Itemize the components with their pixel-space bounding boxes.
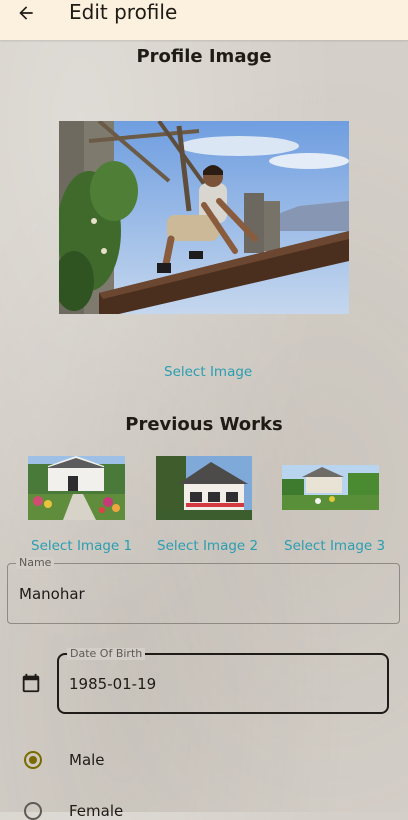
page-title: Edit profile <box>69 0 178 24</box>
previous-work-thumbnail-2[interactable] <box>156 456 252 520</box>
radio-male[interactable] <box>24 751 42 769</box>
select-previous-image-2-button[interactable]: Select Image 2 <box>157 538 258 554</box>
garden-house-image <box>28 456 125 520</box>
select-previous-image-3-button[interactable]: Select Image 3 <box>284 538 385 554</box>
radio-male-dot <box>29 756 37 764</box>
date-of-birth-label: Date Of Birth <box>67 648 146 660</box>
previous-works-title: Previous Works <box>125 414 283 435</box>
radio-male-label: Male <box>69 751 105 769</box>
name-field-label: Name <box>16 557 55 569</box>
profile-photo[interactable] <box>59 121 349 314</box>
previous-work-thumbnail-3[interactable] <box>282 465 379 510</box>
name-field[interactable]: Name Manohar <box>7 557 400 624</box>
profile-photo-image <box>59 121 349 314</box>
radio-female[interactable] <box>24 802 42 820</box>
date-of-birth-value[interactable]: 1985-01-19 <box>69 675 156 693</box>
app-bar: Edit profile <box>0 0 408 40</box>
previous-work-thumbnail-1[interactable] <box>28 456 125 520</box>
profile-image-title: Profile Image <box>136 46 272 67</box>
calendar-icon[interactable] <box>20 672 42 694</box>
back-button[interactable] <box>10 0 42 26</box>
select-profile-image-button[interactable]: Select Image <box>164 364 252 380</box>
name-field-value[interactable]: Manohar <box>19 585 85 603</box>
date-of-birth-field[interactable]: Date Of Birth 1985-01-19 <box>57 648 389 714</box>
select-previous-image-1-button[interactable]: Select Image 1 <box>31 538 132 554</box>
radio-female-label: Female <box>69 802 124 820</box>
village-garden-image <box>282 465 379 510</box>
cottage-image <box>156 456 252 520</box>
arrow-back-icon <box>19 6 33 20</box>
